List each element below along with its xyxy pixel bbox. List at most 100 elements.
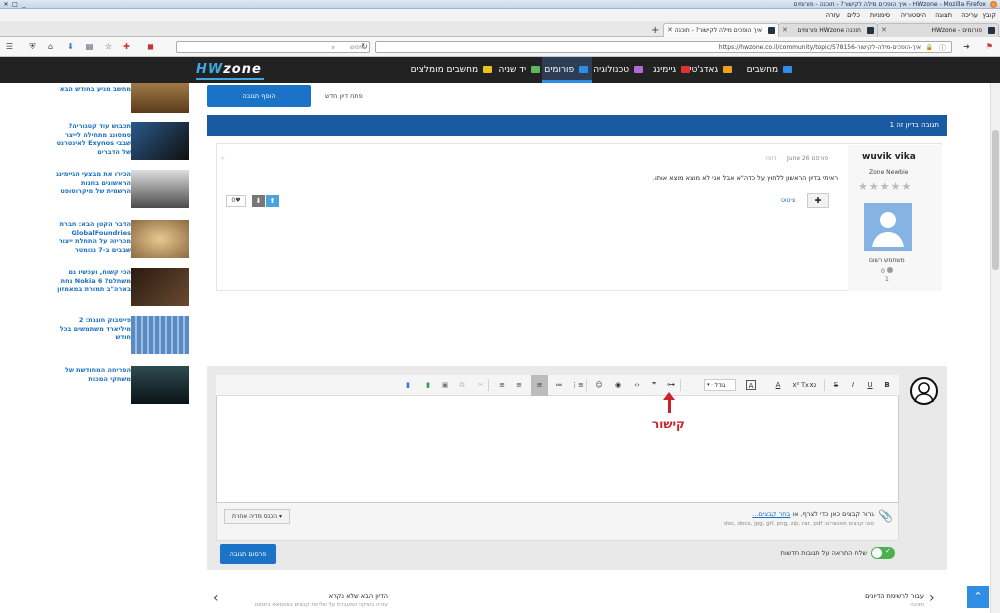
- nav-computers[interactable]: מחשבים: [747, 65, 792, 75]
- nav-recommended[interactable]: מחשבים מומלצים: [411, 65, 492, 75]
- current-user-avatar[interactable]: [910, 377, 938, 405]
- sidebar-news-item[interactable]: הכי קשוח, ועכשיו גם משתלם? Nokia 6 נחת ב…: [57, 268, 189, 310]
- sidebar-news-item[interactable]: תכבוש עוד קטגוריה? סמסונג מתחילה לייצר ש…: [57, 122, 189, 164]
- reload-icon[interactable]: ↻: [360, 42, 369, 51]
- news-thumbnail[interactable]: [131, 220, 189, 258]
- news-title[interactable]: פייסבוק חוגגת: 2 מיליארד משתמשים בכל חוד…: [56, 316, 131, 342]
- nav-gadgets[interactable]: גאדג'טים: [683, 65, 732, 75]
- news-thumbnail[interactable]: [131, 316, 189, 354]
- url-bar[interactable]: https://hwzone.co.il/community/topic/578…: [375, 41, 952, 53]
- nav-technology[interactable]: טכנולוגיה: [593, 65, 643, 75]
- news-title[interactable]: הכי קשוח, ועכשיו גם משתלם? Nokia 6 נחת ב…: [56, 268, 131, 294]
- paste-button[interactable]: ▣: [440, 380, 450, 390]
- background-color-button[interactable]: A: [746, 380, 756, 390]
- link-button[interactable]: ⊶: [666, 380, 676, 390]
- list-numbered-button[interactable]: ≔: [554, 380, 564, 390]
- news-title[interactable]: הדבר הקטן הבא: חברת GlobalFoundries מכרי…: [56, 220, 131, 254]
- close-tab-icon[interactable]: ✕: [667, 24, 673, 37]
- scroll-to-top-button[interactable]: ⌃: [967, 586, 989, 608]
- tab-current-topic[interactable]: איך הופכים מילה לקישור? - תוכנה ✕: [663, 23, 779, 37]
- news-thumbnail[interactable]: [131, 268, 189, 306]
- tab-software-forum[interactable]: תוכנה HWzone פורומים ✕: [778, 23, 878, 37]
- new-topic-link[interactable]: פתח דיון חדש: [325, 92, 363, 100]
- library-icon[interactable]: ▤: [85, 42, 94, 51]
- multiquote-button[interactable]: ✚: [807, 193, 829, 208]
- like-counter[interactable]: 0♥: [226, 195, 246, 207]
- spoiler-button[interactable]: ◉: [613, 380, 623, 390]
- hamburger-menu-icon[interactable]: ☰: [5, 42, 14, 51]
- close-tab-icon[interactable]: ✕: [782, 24, 788, 37]
- avatar[interactable]: [864, 203, 912, 251]
- news-title[interactable]: הכירו את מבצעי הגיימינג הראשונים בחנות ה…: [56, 170, 131, 196]
- clear-format-button[interactable]: Tx: [800, 380, 810, 390]
- format-chevron-down-icon[interactable]: ▾ ·: [703, 379, 717, 391]
- news-title[interactable]: מחשב מגיע בחודש הבא: [56, 85, 131, 94]
- next-unread-link[interactable]: הדיון הבא שלא נקרא: [228, 592, 388, 600]
- new-tab-button[interactable]: +: [651, 25, 659, 36]
- report-link[interactable]: דווח: [766, 155, 776, 162]
- notify-toggle[interactable]: ✓: [871, 547, 895, 559]
- news-title[interactable]: הפריחה המחודשת של משחקי המכות: [56, 366, 131, 383]
- menu-file[interactable]: קובץ: [982, 11, 996, 19]
- paste-word-icon[interactable]: ▮: [423, 380, 433, 390]
- scrollbar-thumb[interactable]: [992, 130, 999, 270]
- url-text[interactable]: https://hwzone.co.il/community/topic/578…: [719, 44, 921, 51]
- minimize-window-button[interactable]: _: [20, 1, 28, 8]
- strike-button[interactable]: S: [831, 380, 841, 390]
- back-arrow-icon[interactable]: ➜: [962, 42, 971, 51]
- news-thumbnail[interactable]: [131, 366, 189, 404]
- upvote-button[interactable]: ⬆: [266, 195, 279, 207]
- search-bar[interactable]: חיפוש ⌕: [176, 41, 370, 53]
- share-icon[interactable]: ⋖: [220, 155, 225, 162]
- menu-tools[interactable]: כלים: [847, 11, 860, 19]
- paste-text-icon[interactable]: ▮: [403, 380, 413, 390]
- sidebar-news-item[interactable]: הפריחה המחודשת של משחקי המכות: [57, 366, 189, 408]
- emoji-button[interactable]: ☺: [594, 380, 604, 390]
- news-title[interactable]: תכבוש עוד קטגוריה? סמסונג מתחילה לייצר ש…: [56, 122, 131, 156]
- chevron-left-icon[interactable]: ‹: [213, 590, 219, 606]
- addon-icon[interactable]: ✚: [122, 42, 131, 51]
- menu-help[interactable]: עזרה: [826, 11, 840, 19]
- home-icon[interactable]: ⌂: [46, 42, 55, 51]
- nav-forums[interactable]: פורומים: [544, 65, 588, 75]
- menu-history[interactable]: היסטוריה: [901, 11, 926, 19]
- nav-second-hand[interactable]: יד שניה: [498, 65, 540, 75]
- bookmark-star-icon[interactable]: ☆: [104, 42, 113, 51]
- list-button[interactable]: ⋮≡: [571, 380, 584, 390]
- copy-button[interactable]: ⧉: [457, 380, 467, 390]
- align-center-button[interactable]: ≡: [514, 380, 524, 390]
- back-to-topics-link[interactable]: עבור לרשימת הדיונים: [820, 592, 924, 600]
- close-window-button[interactable]: ✕: [2, 1, 10, 8]
- downvote-button[interactable]: ⬇: [252, 195, 265, 207]
- code-button[interactable]: ‹›: [632, 380, 642, 390]
- align-left-button[interactable]: ≡: [497, 380, 507, 390]
- quote-link[interactable]: ציטוט: [781, 197, 795, 204]
- menu-edit[interactable]: עריכה: [961, 11, 978, 19]
- author-name[interactable]: wuvik vika: [862, 152, 916, 162]
- pocket-icon[interactable]: ◼: [146, 42, 155, 51]
- add-reply-button[interactable]: הוסף תגובה: [207, 85, 311, 107]
- shield-icon[interactable]: ⛨: [28, 42, 37, 51]
- sidebar-news-item[interactable]: הדבר הקטן הבא: חברת GlobalFoundries מכרי…: [57, 220, 189, 262]
- chevron-right-icon[interactable]: ›: [929, 590, 935, 606]
- close-tab-icon[interactable]: ✕: [881, 24, 887, 37]
- download-icon[interactable]: ⬇: [66, 42, 75, 51]
- news-thumbnail[interactable]: [131, 170, 189, 208]
- menu-view[interactable]: תצוגה: [935, 11, 952, 19]
- insert-media-button[interactable]: הכנס מדיה אחרת ▾: [224, 509, 290, 524]
- sidebar-news-item[interactable]: פייסבוק חוגגת: 2 מיליארד משתמשים בכל חוד…: [57, 316, 189, 358]
- nav-gaming[interactable]: גיימינג: [653, 65, 690, 75]
- cut-button[interactable]: ✂: [476, 380, 486, 390]
- news-thumbnail[interactable]: [131, 83, 189, 113]
- tab-forums[interactable]: פורומים - HWzone ✕: [877, 23, 999, 37]
- align-right-button[interactable]: ≡: [531, 375, 548, 396]
- italic-button[interactable]: I: [848, 380, 858, 390]
- bold-button[interactable]: B: [882, 380, 892, 390]
- sidebar-news-item[interactable]: מחשב מגיע בחודש הבא: [57, 83, 189, 125]
- news-thumbnail[interactable]: [131, 122, 189, 160]
- menu-bookmarks[interactable]: סימניות: [870, 11, 890, 19]
- choose-files-link[interactable]: בחר קבצים...: [752, 510, 790, 518]
- quote-block-button[interactable]: ❞: [649, 380, 659, 390]
- submit-reply-button[interactable]: פרסום תגובה: [220, 544, 276, 564]
- info-icon[interactable]: ⓘ: [939, 43, 946, 53]
